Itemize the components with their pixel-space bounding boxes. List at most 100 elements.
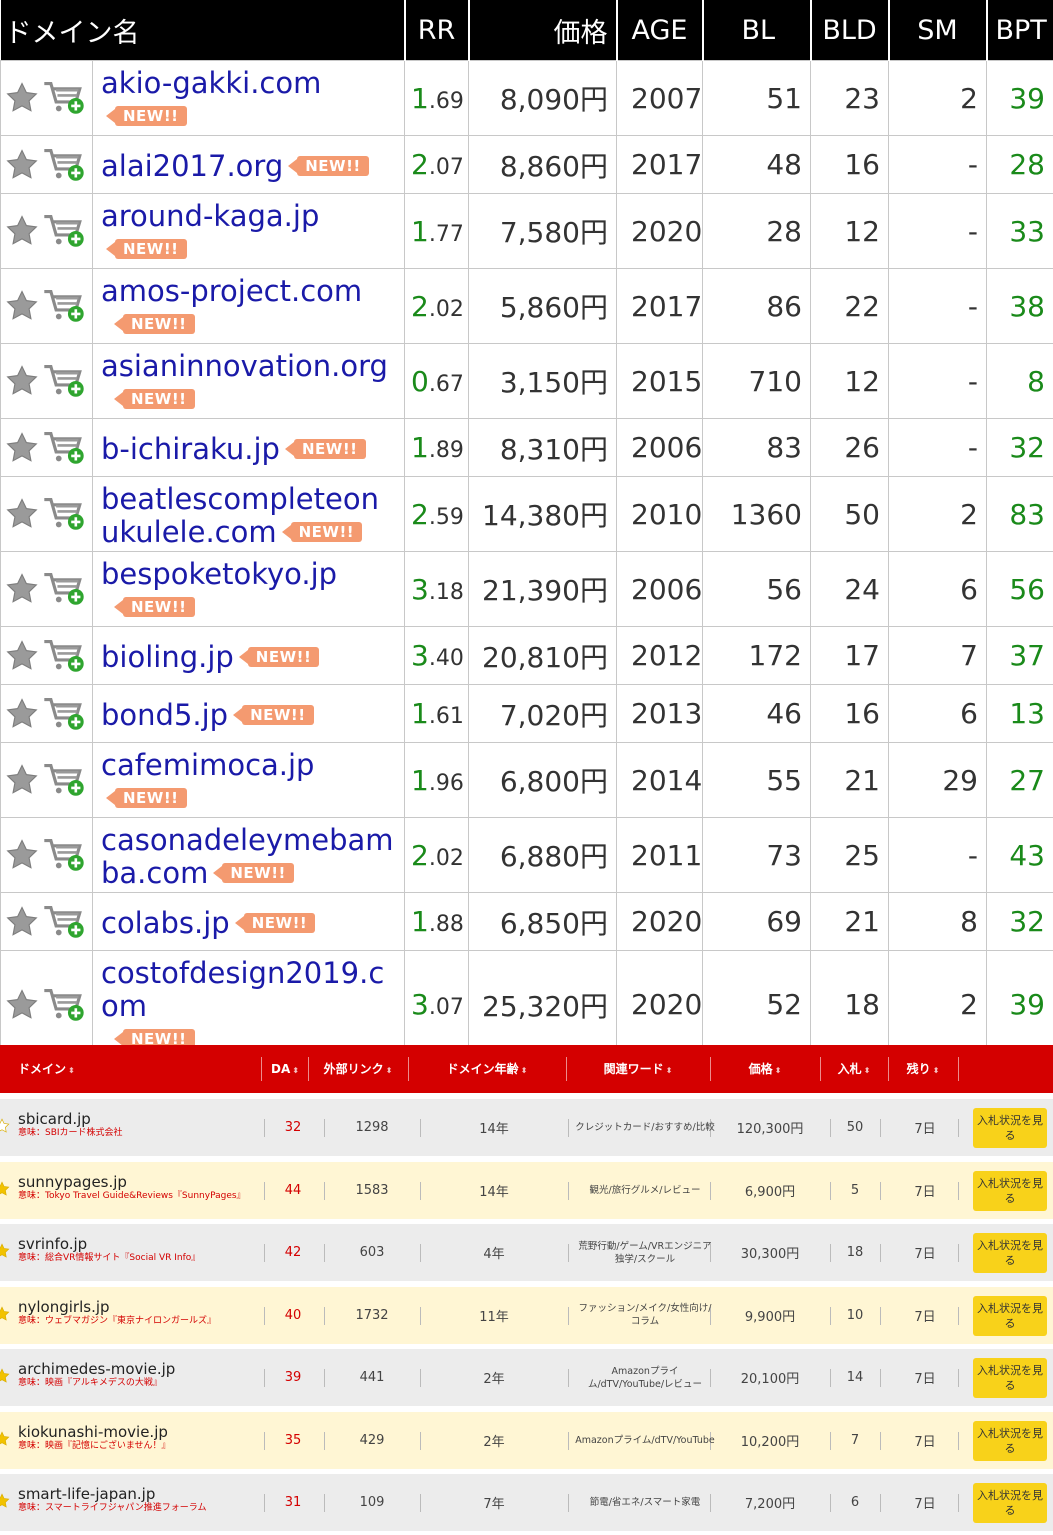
cart-add-icon[interactable]: [39, 213, 85, 247]
table-row: around-kaga.jp NEW!! 1.77 7,580円 2020 28 12-33: [0, 193, 1053, 269]
domain-link[interactable]: around-kaga.jp: [101, 199, 319, 233]
star-icon[interactable]: [0, 1493, 10, 1509]
bid-status-button[interactable]: 入札状況を見る: [973, 1295, 1047, 1336]
header-sm[interactable]: SM: [888, 0, 988, 61]
bid-status-button[interactable]: 入札状況を見る: [973, 1170, 1047, 1211]
domain-link[interactable]: akio-gakki.com: [101, 66, 321, 100]
header-rr[interactable]: RR: [404, 0, 470, 61]
domain-link[interactable]: asianinnovation.org: [101, 349, 388, 383]
row-actions: [0, 892, 93, 951]
star-icon[interactable]: [5, 363, 39, 396]
cart-add-icon[interactable]: [39, 430, 85, 464]
star-icon[interactable]: [5, 213, 39, 246]
cart-add-icon[interactable]: [39, 762, 85, 796]
header-price[interactable]: 価格: [468, 0, 618, 61]
auction-header-price[interactable]: 価格 ⬍: [710, 1057, 821, 1081]
auction-domain-name[interactable]: kiokunashi-movie.jp: [18, 1423, 171, 1441]
cart-add-icon[interactable]: [39, 904, 85, 938]
price-cell: 20,810円: [468, 626, 617, 685]
bid-status-button[interactable]: 入札状況を見る: [973, 1108, 1047, 1148]
domain-link[interactable]: bioling.jp: [101, 640, 234, 674]
auction-header-links[interactable]: 外部リンク ⬍: [308, 1057, 409, 1081]
bld-cell: 21: [810, 892, 889, 951]
star-icon[interactable]: [5, 571, 39, 604]
auction-domain-name[interactable]: sbicard.jp: [18, 1111, 123, 1128]
sort-icon: ⬍: [932, 1066, 940, 1075]
star-icon[interactable]: [5, 430, 39, 463]
auction-domain-name[interactable]: svrinfo.jp: [18, 1236, 200, 1253]
domain-link[interactable]: colabs.jp: [101, 906, 230, 940]
cart-add-icon[interactable]: [39, 147, 85, 181]
auction-domain-name[interactable]: smart-life-japan.jp: [18, 1486, 206, 1503]
bid-status-button[interactable]: 入札状況を見る: [973, 1358, 1047, 1398]
star-icon[interactable]: [5, 696, 39, 729]
header-bpt[interactable]: BPT: [986, 0, 1053, 61]
rr-integer: 1: [411, 431, 429, 464]
star-icon[interactable]: [5, 147, 39, 180]
cart-add-icon[interactable]: [39, 496, 85, 530]
domain-link[interactable]: cafemimoca.jp: [101, 748, 314, 782]
cart-add-icon[interactable]: [39, 696, 85, 730]
star-icon[interactable]: [5, 80, 39, 113]
auction-domain-name[interactable]: sunnypages.jp: [18, 1173, 246, 1191]
star-icon[interactable]: [5, 496, 39, 529]
auction-header-remaining[interactable]: 残り ⬍: [888, 1057, 959, 1081]
auction-domain: sbicard.jp 意味：SBIカード株式会社: [18, 1111, 123, 1139]
domain-cell: bioling.jp NEW!!: [92, 626, 405, 685]
bl-cell: 48: [702, 135, 811, 194]
star-icon[interactable]: [5, 638, 39, 671]
cart-add-icon[interactable]: [39, 288, 85, 322]
new-badge: NEW!!: [213, 863, 294, 883]
auction-keywords-cell: Amazonプライム/dTV/YouTube/レビュー: [587, 1365, 703, 1390]
star-icon[interactable]: [5, 987, 39, 1020]
auction-domain-meaning: 意味：総合VR情報サイト『Social VR Info』: [18, 1253, 201, 1263]
cart-add-icon[interactable]: [39, 571, 85, 605]
auction-age-cell: 2年: [483, 1434, 505, 1450]
auction-bids-cell: 7: [850, 1432, 860, 1448]
star-icon[interactable]: [0, 1368, 10, 1384]
auction-header-age[interactable]: ドメイン年齢 ⬍: [408, 1057, 567, 1081]
auction-header-domain[interactable]: ドメイン ⬍: [0, 1057, 262, 1081]
header-bld[interactable]: BLD: [810, 0, 890, 61]
header-bl[interactable]: BL: [702, 0, 812, 61]
row-actions: [0, 268, 93, 344]
cart-add-icon[interactable]: [39, 837, 85, 871]
domain-link[interactable]: bespoketokyo.jp: [101, 557, 337, 591]
rr-decimal: .67: [428, 371, 464, 397]
star-icon[interactable]: [5, 837, 39, 870]
auction-header-da[interactable]: DA ⬍: [262, 1057, 309, 1081]
bid-status-button[interactable]: 入札状況を見る: [973, 1420, 1047, 1461]
row-actions: [0, 742, 93, 818]
star-icon[interactable]: [5, 288, 39, 321]
star-icon[interactable]: [5, 762, 39, 795]
star-icon[interactable]: [0, 1305, 10, 1322]
star-icon[interactable]: [0, 1180, 10, 1197]
auction-domain-meaning: 意味：Tokyo Travel Guide&Reviews『SunnyPages…: [18, 1190, 246, 1201]
auction-header-bids-label: 入札: [837, 1062, 862, 1076]
auction-header-keywords[interactable]: 関連ワード ⬍: [566, 1057, 711, 1081]
header-domain[interactable]: ドメイン名: [0, 0, 406, 61]
header-age[interactable]: AGE: [616, 0, 704, 61]
bpt-cell: 83: [986, 476, 1053, 552]
cart-add-icon[interactable]: [39, 987, 85, 1021]
auction-row: nylongirls.jp 意味：ウェブマガジン『東京ナイロンガールズ』 40 173…: [0, 1286, 1053, 1344]
bid-status-button[interactable]: 入札状況を見る: [973, 1483, 1047, 1523]
star-icon[interactable]: [0, 1118, 10, 1134]
star-icon[interactable]: [0, 1243, 10, 1259]
domain-link[interactable]: alai2017.org: [101, 149, 283, 183]
rr-cell: 2.07: [404, 135, 469, 194]
cart-add-icon[interactable]: [39, 363, 85, 397]
domain-link[interactable]: amos-project.com: [101, 274, 362, 308]
star-icon[interactable]: [5, 904, 39, 937]
auction-domain-name[interactable]: archimedes-movie.jp: [18, 1361, 175, 1378]
star-icon[interactable]: [0, 1430, 10, 1447]
auction-header-bids[interactable]: 入札 ⬍: [820, 1057, 889, 1081]
cart-add-icon[interactable]: [39, 80, 85, 114]
bid-status-button[interactable]: 入札状況を見る: [973, 1233, 1047, 1273]
auction-domain-name[interactable]: nylongirls.jp: [18, 1298, 216, 1316]
domain-link[interactable]: b-ichiraku.jp: [101, 432, 280, 466]
domain-link[interactable]: costofdesign2019.com: [101, 956, 384, 1023]
domain-link[interactable]: bond5.jp: [101, 698, 228, 732]
cart-add-icon[interactable]: [39, 638, 85, 672]
rr-decimal: .89: [428, 438, 464, 463]
